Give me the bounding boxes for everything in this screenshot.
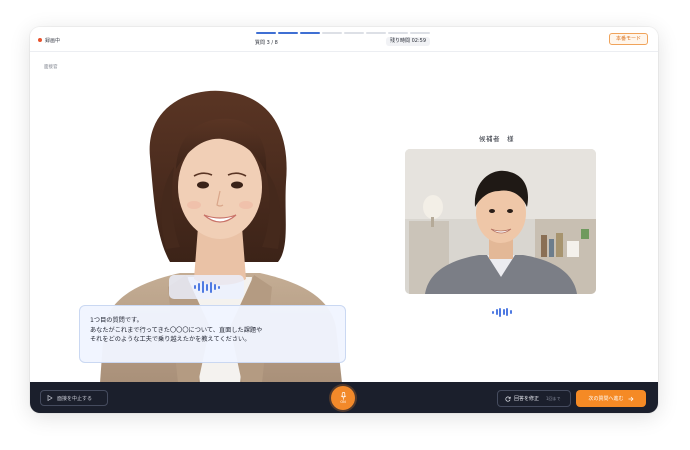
revise-answer-label: 回答を修正 xyxy=(514,396,540,402)
revise-answer-limit: 1回まで xyxy=(546,395,561,401)
speech-line: 1つ目の質問です。 xyxy=(90,317,143,324)
waveform-bar xyxy=(201,281,204,293)
progress-segment xyxy=(366,32,386,34)
waveform-bar xyxy=(197,283,200,291)
stop-interview-label: 面接を中止する xyxy=(57,395,93,402)
question-progress-bar xyxy=(256,32,430,34)
recording-dot-icon xyxy=(38,38,42,42)
microphone-status: ON xyxy=(340,400,346,404)
waveform-bar xyxy=(217,285,220,289)
interviewer-role-label: 面接官 xyxy=(44,65,58,70)
candidate-audio-waveform-icon xyxy=(492,306,512,318)
interview-window: 録画中 質問 3 / 8 残り時間 02:59 本番モード 面接官 1つ目の質問… xyxy=(30,27,658,413)
microphone-button[interactable]: ON xyxy=(331,386,355,410)
waveform-bar xyxy=(502,309,505,315)
revise-answer-button[interactable]: 回答を修正 1回まで xyxy=(497,390,571,407)
waveform-bar xyxy=(495,309,498,315)
interviewer-audio-waveform-icon xyxy=(169,275,244,299)
waveform-bar xyxy=(205,283,208,291)
waveform-bar xyxy=(506,308,509,316)
candidate-video-feed xyxy=(405,149,596,294)
candidate-name: 候補者 様 xyxy=(479,135,514,143)
waveform-bar xyxy=(213,284,216,290)
waveform-bar xyxy=(209,281,212,293)
speech-line: あなたがこれまで行ってきた〇〇〇について、直面した課題や xyxy=(90,326,263,334)
progress-segment xyxy=(388,32,408,34)
waveform-bar xyxy=(193,285,196,289)
arrow-right-icon xyxy=(628,396,633,401)
top-bar: 録画中 質問 3 / 8 残り時間 02:59 本番モード xyxy=(30,27,658,52)
waveform-bar xyxy=(509,310,512,314)
progress-segment xyxy=(278,32,298,34)
next-question-button[interactable]: 次の質問へ進む xyxy=(576,390,646,407)
time-remaining: 残り時間 02:59 xyxy=(386,37,430,46)
progress-segment xyxy=(256,32,276,34)
progress-segment xyxy=(322,32,342,34)
refresh-icon xyxy=(505,396,511,402)
next-question-label: 次の質問へ進む xyxy=(588,396,624,402)
speech-line: それをどのような工夫で乗り越えたかを教えてください。 xyxy=(90,336,251,343)
recording-indicator: 録画中 xyxy=(38,35,60,45)
question-count: 質問 3 / 8 xyxy=(255,40,278,46)
stop-icon xyxy=(47,395,53,401)
waveform-bar xyxy=(499,307,502,317)
bottom-toolbar: 面接を中止する ON 回答を修正 1回まで 次の質問へ進む xyxy=(30,382,658,413)
progress-segment xyxy=(410,32,430,34)
microphone-icon xyxy=(340,392,346,400)
stop-interview-button[interactable]: 面接を中止する xyxy=(40,390,108,406)
progress-segment xyxy=(300,32,320,34)
mode-button[interactable]: 本番モード xyxy=(609,33,648,45)
recording-status: 録画中 xyxy=(45,37,61,44)
progress-segment xyxy=(344,32,364,34)
interviewer-speech-bubble: 1つ目の質問です。 あなたがこれまで行ってきた〇〇〇について、直面した課題や そ… xyxy=(79,305,346,363)
waveform-bar xyxy=(492,310,495,314)
